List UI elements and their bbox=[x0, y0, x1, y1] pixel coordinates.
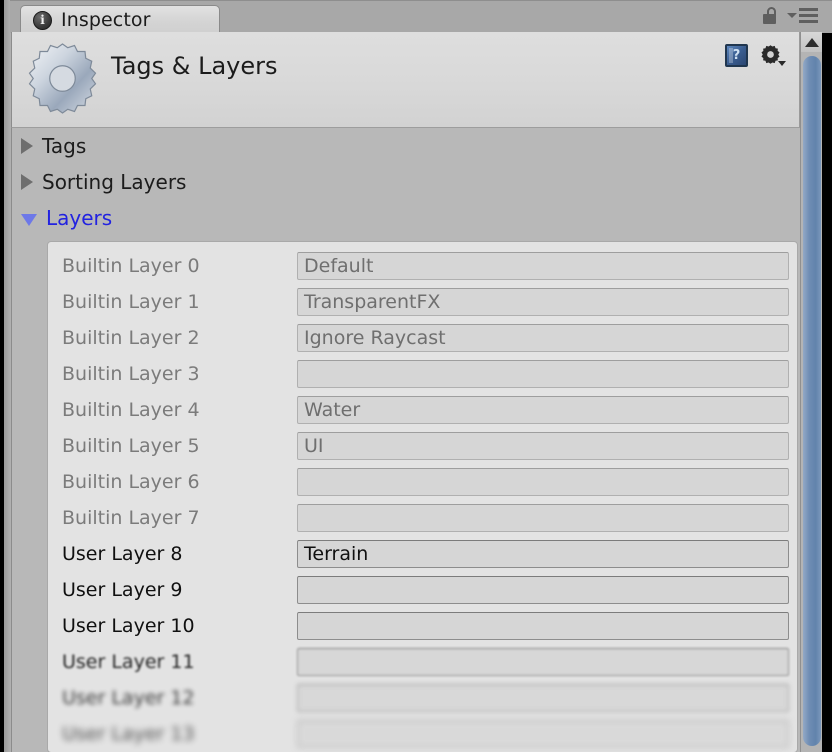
layer-row: Builtin Layer 0 Default bbox=[48, 248, 797, 284]
layer-row-label: User Layer 9 bbox=[62, 579, 183, 601]
layer-name-input: Water bbox=[297, 396, 789, 424]
layer-row: Builtin Layer 4 Water bbox=[48, 392, 797, 428]
window-left-border bbox=[0, 0, 11, 752]
layer-name-input[interactable] bbox=[297, 612, 789, 640]
layer-name-input: UI bbox=[297, 432, 789, 460]
layer-row: Builtin Layer 5 UI bbox=[48, 428, 797, 464]
inspector-header: Tags & Layers ? bbox=[11, 32, 800, 128]
inspector-window: i Inspector Tags & Layers ? Tags Sorting… bbox=[0, 0, 832, 752]
chevron-down-icon bbox=[21, 213, 37, 226]
info-glyph: i bbox=[40, 12, 45, 27]
layer-name-input bbox=[297, 504, 789, 532]
layer-row: User Layer 13 bbox=[48, 716, 797, 752]
layer-row-label: User Layer 11 bbox=[62, 651, 195, 673]
layers-panel: Builtin Layer 0 Default Builtin Layer 1 Tra… bbox=[47, 241, 798, 752]
chevron-right-icon bbox=[21, 138, 33, 154]
layer-name-input: TransparentFX bbox=[297, 288, 789, 316]
layer-name-input bbox=[297, 468, 789, 496]
info-circle-icon: i bbox=[33, 10, 52, 30]
tab-inspector-label: Inspector bbox=[61, 9, 151, 31]
layer-name-input[interactable] bbox=[297, 720, 789, 748]
layer-row: User Layer 8 Terrain bbox=[48, 536, 797, 572]
layer-name-input[interactable] bbox=[297, 576, 789, 604]
layer-row-label: User Layer 12 bbox=[62, 687, 195, 709]
layer-row-label: Builtin Layer 3 bbox=[62, 363, 200, 385]
window-titlebar: i Inspector bbox=[10, 0, 832, 34]
gear-asset-icon bbox=[25, 41, 100, 116]
layer-row: User Layer 10 bbox=[48, 608, 797, 644]
foldout-tags[interactable]: Tags bbox=[12, 128, 800, 164]
layer-row-label: Builtin Layer 7 bbox=[62, 507, 200, 529]
header-icon-group: ? bbox=[725, 44, 786, 68]
layer-row-label: Builtin Layer 2 bbox=[62, 327, 200, 349]
foldout-sorting-layers-label: Sorting Layers bbox=[42, 170, 187, 194]
layer-row: User Layer 11 bbox=[48, 644, 797, 680]
foldout-layers[interactable]: Layers bbox=[12, 200, 800, 236]
layer-name-input: Default bbox=[297, 252, 789, 280]
foldout-layers-label: Layers bbox=[46, 206, 113, 230]
help-glyph: ? bbox=[732, 48, 741, 63]
layer-name-input bbox=[297, 360, 789, 388]
help-book-icon[interactable]: ? bbox=[725, 44, 748, 67]
layer-row-label: User Layer 13 bbox=[62, 723, 195, 745]
layer-row-label: Builtin Layer 1 bbox=[62, 291, 200, 313]
layer-row-label: User Layer 8 bbox=[62, 543, 183, 565]
layer-row: User Layer 12 bbox=[48, 680, 797, 716]
gear-dropdown-icon[interactable] bbox=[760, 44, 786, 68]
layer-row-label: User Layer 10 bbox=[62, 615, 195, 637]
inspector-body: Tags Sorting Layers Layers Builtin Layer… bbox=[11, 128, 800, 752]
layer-row-label: Builtin Layer 4 bbox=[62, 399, 200, 421]
lock-open-icon[interactable] bbox=[762, 7, 778, 24]
layer-name-input[interactable] bbox=[297, 648, 789, 676]
page-title: Tags & Layers bbox=[111, 52, 278, 80]
layer-row-label: Builtin Layer 5 bbox=[62, 435, 200, 457]
layer-row: Builtin Layer 3 bbox=[48, 356, 797, 392]
scrollbar-thumb[interactable] bbox=[803, 56, 821, 746]
foldout-tags-label: Tags bbox=[42, 134, 87, 158]
layer-row: Builtin Layer 2 Ignore Raycast bbox=[48, 320, 797, 356]
titlebar-icon-group bbox=[762, 7, 818, 24]
foldout-sorting-layers[interactable]: Sorting Layers bbox=[12, 164, 800, 200]
layer-row: User Layer 9 bbox=[48, 572, 797, 608]
layer-row: Builtin Layer 1 TransparentFX bbox=[48, 284, 797, 320]
layer-row-label: Builtin Layer 0 bbox=[62, 255, 200, 277]
chevron-right-icon bbox=[21, 174, 33, 190]
layer-row-label: Builtin Layer 6 bbox=[62, 471, 200, 493]
scroll-up-arrow-icon[interactable] bbox=[801, 32, 822, 52]
tab-inspector[interactable]: i Inspector bbox=[20, 5, 220, 34]
layer-row: Builtin Layer 6 bbox=[48, 464, 797, 500]
layer-row: Builtin Layer 7 bbox=[48, 500, 797, 536]
layer-name-input[interactable]: Terrain bbox=[297, 540, 789, 568]
layer-name-input[interactable] bbox=[297, 684, 789, 712]
layer-name-input: Ignore Raycast bbox=[297, 324, 789, 352]
hamburger-menu-icon[interactable] bbox=[787, 8, 818, 23]
vertical-scrollbar[interactable] bbox=[800, 32, 822, 752]
